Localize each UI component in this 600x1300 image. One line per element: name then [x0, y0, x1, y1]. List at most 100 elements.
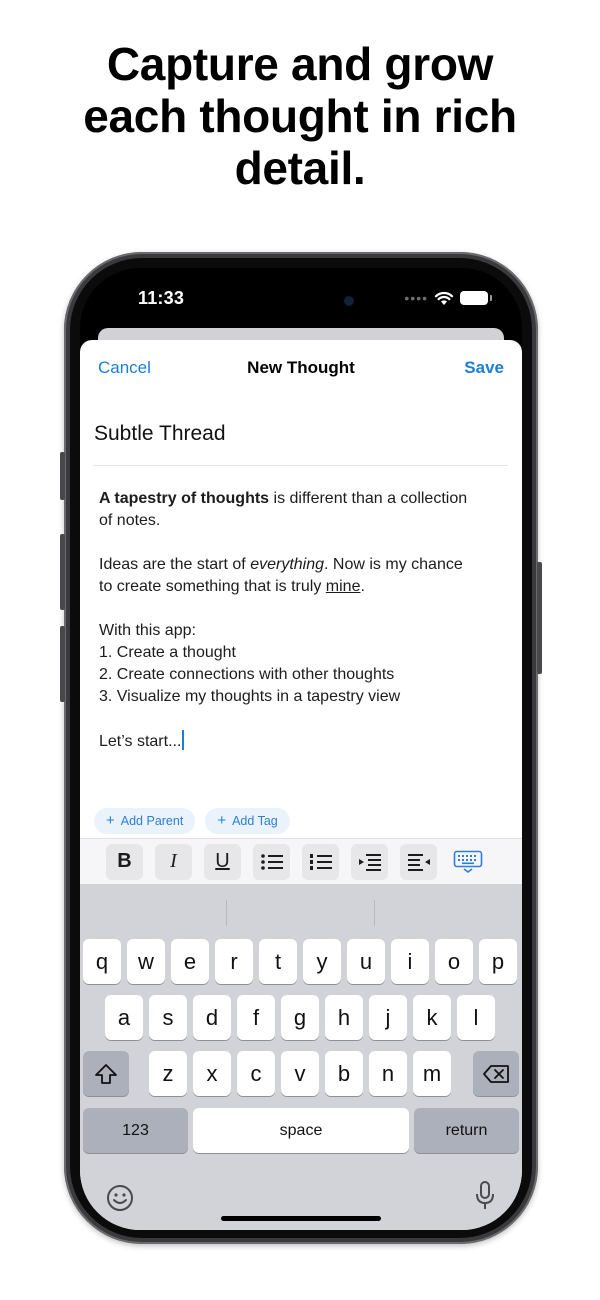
- numbers-key[interactable]: 123: [83, 1108, 188, 1153]
- text-run: Ideas are the start of: [99, 556, 251, 573]
- text-run: to create something that is truly: [99, 578, 326, 595]
- bullet-list-icon: [260, 853, 283, 870]
- suggestion-divider: [374, 900, 375, 926]
- shift-key[interactable]: [83, 1051, 129, 1096]
- add-parent-button[interactable]: + Add Parent: [94, 808, 196, 834]
- underline-button[interactable]: U: [204, 843, 241, 880]
- text-run: . Now is my chance: [324, 556, 463, 573]
- text-run: Let’s start...: [99, 733, 182, 750]
- keyboard-dismiss-icon: [453, 850, 482, 873]
- bold-button[interactable]: B: [106, 843, 143, 880]
- list-item: 1. Create a thought: [99, 644, 236, 661]
- key-y[interactable]: y: [303, 939, 341, 984]
- key-a[interactable]: a: [105, 995, 143, 1040]
- indent-icon: [358, 853, 381, 871]
- outdent-button[interactable]: [400, 843, 437, 880]
- suggestion-divider: [226, 900, 227, 926]
- key-b[interactable]: b: [325, 1051, 363, 1096]
- key-l[interactable]: l: [457, 995, 495, 1040]
- add-tag-label: Add Tag: [232, 814, 278, 828]
- action-button: [60, 452, 65, 500]
- key-u[interactable]: u: [347, 939, 385, 984]
- save-button[interactable]: Save: [464, 358, 504, 378]
- key-s[interactable]: s: [149, 995, 187, 1040]
- headline-line-3: detail.: [234, 142, 366, 194]
- delete-key[interactable]: [473, 1051, 519, 1096]
- key-x[interactable]: x: [193, 1051, 231, 1096]
- key-z[interactable]: z: [149, 1051, 187, 1096]
- delete-icon: [483, 1064, 509, 1083]
- paragraph-4: Let’s start...: [99, 730, 504, 753]
- add-parent-label: Add Parent: [120, 814, 184, 828]
- volume-down-button: [60, 626, 65, 702]
- paragraph-1: A tapestry of thoughts is different than…: [99, 488, 504, 532]
- battery-icon: [460, 291, 492, 305]
- key-e[interactable]: e: [171, 939, 209, 984]
- microphone-icon: [476, 1181, 494, 1209]
- thought-body-editor[interactable]: A tapestry of thoughts is different than…: [99, 488, 504, 775]
- key-i[interactable]: i: [391, 939, 429, 984]
- text-run: is different than a collection: [269, 490, 468, 507]
- bold-text: A tapestry of thoughts: [99, 490, 270, 507]
- key-f[interactable]: f: [237, 995, 275, 1040]
- paragraph-3: With this app: 1. Create a thought 2. Cr…: [99, 620, 504, 708]
- phone-screen: 11:33 •••• Cancel New Thought Save Subtl…: [80, 268, 522, 1230]
- emoji-button[interactable]: [106, 1184, 134, 1217]
- text-cursor: [182, 730, 185, 750]
- key-g[interactable]: g: [281, 995, 319, 1040]
- format-toolbar: B I U: [80, 838, 522, 884]
- headline-line-1: Capture and grow: [106, 38, 494, 90]
- front-camera-dot: [344, 296, 354, 306]
- key-k[interactable]: k: [413, 995, 451, 1040]
- key-r[interactable]: r: [215, 939, 253, 984]
- bullet-list-button[interactable]: [253, 843, 290, 880]
- status-time: 11:33: [138, 288, 185, 308]
- numbered-list-icon: [309, 853, 332, 870]
- return-key[interactable]: return: [414, 1108, 519, 1153]
- text-run: of notes.: [99, 512, 161, 529]
- keyboard: q w e r t y u i o p a s d f g h j k l z …: [80, 884, 522, 1230]
- key-v[interactable]: v: [281, 1051, 319, 1096]
- key-d[interactable]: d: [193, 995, 231, 1040]
- key-h[interactable]: h: [325, 995, 363, 1040]
- key-w[interactable]: w: [127, 939, 165, 984]
- text-run: With this app:: [99, 622, 196, 639]
- page-title: New Thought: [247, 358, 355, 377]
- key-m[interactable]: m: [413, 1051, 451, 1096]
- paragraph-2: Ideas are the start of everything. Now i…: [99, 554, 504, 598]
- key-p[interactable]: p: [479, 939, 517, 984]
- headline-line-2: each thought in rich: [83, 90, 517, 142]
- headline: Capture and grow each thought in rich de…: [0, 38, 600, 194]
- indent-button[interactable]: [351, 843, 388, 880]
- thought-title-field[interactable]: Subtle Thread: [94, 422, 508, 466]
- text-line: to create something that is truly mine.: [99, 576, 504, 598]
- emoji-icon: [107, 1185, 133, 1211]
- underlined-text: mine: [325, 578, 361, 595]
- keyboard-dismiss-button[interactable]: [449, 844, 486, 880]
- italic-label: I: [170, 850, 177, 872]
- add-tag-button[interactable]: + Add Tag: [205, 808, 290, 834]
- nav-bar: Cancel New Thought Save: [80, 340, 522, 396]
- italic-button[interactable]: I: [155, 843, 192, 880]
- key-o[interactable]: o: [435, 939, 473, 984]
- power-button: [537, 562, 542, 674]
- numbered-list-button[interactable]: [302, 843, 339, 880]
- shift-icon: [95, 1063, 117, 1084]
- space-key[interactable]: space: [193, 1108, 409, 1153]
- key-t[interactable]: t: [259, 939, 297, 984]
- plus-icon: +: [106, 812, 115, 829]
- key-c[interactable]: c: [237, 1051, 275, 1096]
- text-run: .: [360, 578, 365, 595]
- key-n[interactable]: n: [369, 1051, 407, 1096]
- bold-label: B: [117, 850, 132, 872]
- key-q[interactable]: q: [83, 939, 121, 984]
- home-indicator[interactable]: [221, 1216, 381, 1221]
- list-item: 3. Visualize my thoughts in a tapestry v…: [99, 688, 401, 705]
- chip-row: + Add Parent + Add Tag: [94, 808, 290, 834]
- italic-text: everything: [250, 556, 325, 573]
- wifi-icon: [434, 291, 454, 305]
- dictation-button[interactable]: [474, 1180, 496, 1217]
- new-thought-sheet: Cancel New Thought Save Subtle Thread A …: [80, 340, 522, 1230]
- key-j[interactable]: j: [369, 995, 407, 1040]
- status-icons: ••••: [404, 290, 492, 306]
